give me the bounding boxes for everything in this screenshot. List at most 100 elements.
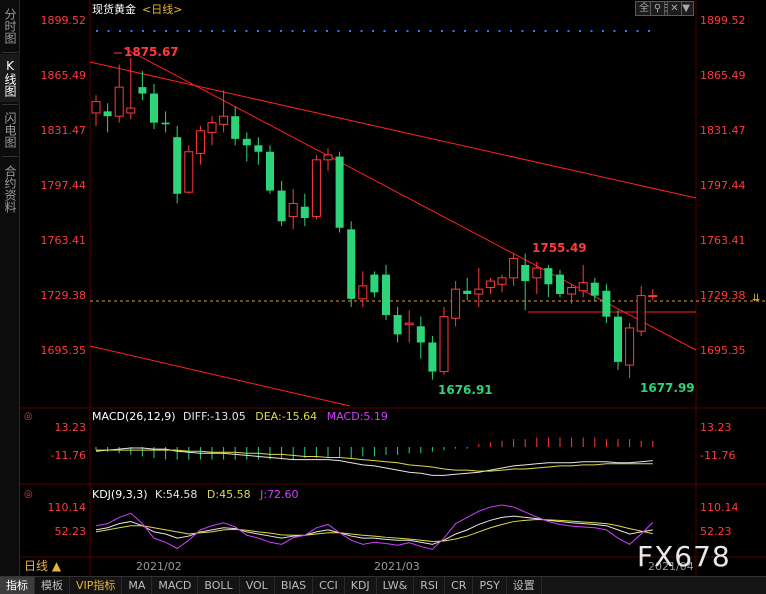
candle-down[interactable] — [335, 156, 344, 228]
tab-vip-indicators[interactable]: VIP指标 — [70, 576, 123, 594]
sidebar-divider — [2, 104, 18, 105]
kdj-tick: 52.23 — [700, 525, 732, 538]
price-tick: 1865.49 — [700, 69, 746, 82]
chevron-down-icon: ▼ — [682, 3, 690, 14]
candle-down[interactable] — [416, 326, 425, 343]
annotation-high-2: 1755.49 — [532, 241, 587, 255]
tab-indicators[interactable]: 指标 — [0, 576, 35, 594]
kdj-j-label: J: — [259, 488, 267, 501]
chart-canvas[interactable]: 现货黄金 <日线> 1899.52 1865.49 1831.47 1797.4… — [20, 0, 766, 576]
candle-down[interactable] — [602, 290, 611, 317]
candle-down[interactable] — [266, 151, 274, 191]
candle-up[interactable] — [323, 154, 333, 161]
candle-down[interactable] — [370, 274, 379, 293]
tab-cci[interactable]: CCI — [313, 576, 345, 594]
trend-line-lower[interactable] — [89, 345, 351, 407]
candle-up[interactable] — [358, 285, 368, 300]
candle-up[interactable] — [509, 257, 519, 279]
tab-contract-info[interactable]: 合约资料 — [0, 158, 20, 220]
candle-up[interactable] — [497, 277, 507, 285]
candle-up[interactable] — [636, 295, 646, 332]
candle-up[interactable] — [91, 101, 101, 114]
candle-down[interactable] — [590, 282, 599, 296]
chevron-up-icon: ▲ — [51, 559, 62, 573]
macd-histogram — [95, 437, 654, 460]
event-dot — [176, 30, 179, 32]
tab-settings[interactable]: 设置 — [507, 576, 542, 594]
candle-up[interactable] — [451, 288, 461, 319]
event-dot — [153, 30, 156, 32]
candle-down[interactable] — [231, 116, 240, 139]
event-dot — [475, 30, 478, 32]
tab-rsi[interactable]: RSI — [414, 576, 446, 594]
candle-up[interactable] — [578, 282, 588, 292]
candle-up[interactable] — [648, 295, 658, 298]
candle-down[interactable] — [347, 229, 356, 299]
event-dot — [222, 30, 225, 32]
tab-vol[interactable]: VOL — [240, 576, 275, 594]
candle-down[interactable] — [544, 268, 553, 285]
candle-up[interactable] — [567, 287, 577, 295]
event-dot — [130, 30, 133, 32]
candle-up[interactable] — [485, 280, 495, 289]
price-axis-right: 1899.52 1865.49 1831.47 1797.44 1763.41 … — [697, 14, 760, 357]
current-price-label: 1729.38 — [700, 289, 746, 302]
candle-up[interactable] — [404, 322, 414, 326]
tab-kline[interactable]: K线图 — [0, 54, 20, 102]
candle-down[interactable] — [103, 111, 112, 117]
candle-up[interactable] — [474, 288, 484, 295]
candle-down[interactable] — [614, 316, 622, 362]
candle-down[interactable] — [556, 274, 564, 294]
candle-up[interactable] — [625, 327, 635, 366]
candle-down[interactable] — [254, 145, 263, 152]
candle-down[interactable] — [382, 274, 390, 316]
annotation-low-2: 1677.99 — [640, 381, 695, 395]
candle-up[interactable] — [219, 115, 229, 125]
event-dot — [314, 30, 317, 32]
candle-down[interactable] — [173, 137, 182, 194]
tab-bias[interactable]: BIAS — [275, 576, 314, 594]
candle-down[interactable] — [428, 342, 437, 372]
candle-down[interactable] — [242, 138, 251, 146]
macd-tick: 13.23 — [55, 421, 87, 434]
candle-down[interactable] — [150, 93, 158, 123]
candle-down[interactable] — [138, 87, 147, 94]
candle-up[interactable] — [126, 107, 136, 114]
tab-template[interactable]: 模板 — [35, 576, 70, 594]
event-dot — [648, 30, 650, 32]
tab-timeshare[interactable]: 分时图 — [0, 2, 20, 50]
candle-down[interactable] — [277, 190, 286, 222]
candle-up[interactable] — [195, 130, 205, 154]
tab-lightning[interactable]: 闪电图 — [0, 106, 20, 154]
event-dot — [303, 30, 305, 32]
candle-up[interactable] — [288, 202, 298, 217]
candle-up[interactable] — [439, 316, 449, 373]
tab-cr[interactable]: CR — [445, 576, 474, 594]
tab-ma[interactable]: MA — [122, 576, 153, 594]
candle-down[interactable] — [300, 206, 309, 219]
tab-macd[interactable]: MACD — [152, 576, 199, 594]
candle-up[interactable] — [311, 159, 321, 217]
macd-settings-icon[interactable]: ◎ — [24, 411, 33, 422]
tab-lw[interactable]: LW& — [377, 576, 415, 594]
kdj-settings-icon[interactable]: ◎ — [24, 489, 33, 500]
pin-icon[interactable]: ⚲ — [650, 1, 665, 16]
time-tick: 2021/02 — [136, 560, 182, 573]
tab-boll[interactable]: BOLL — [198, 576, 240, 594]
chart-area[interactable]: 现货黄金 <日线> 1899.52 1865.49 1831.47 1797.4… — [20, 0, 766, 576]
candle-down[interactable] — [393, 315, 402, 335]
event-dot — [636, 30, 639, 32]
period-select-button[interactable]: 日线 ▲ — [20, 558, 65, 575]
close-icon[interactable]: ✕ — [667, 1, 682, 16]
tab-kdj[interactable]: KDJ — [345, 576, 377, 594]
event-dot — [533, 30, 535, 32]
candle-up[interactable] — [114, 86, 124, 117]
candle-up[interactable] — [207, 122, 217, 133]
macd-macd-value: 5.19 — [363, 410, 388, 423]
candle-up[interactable] — [532, 267, 542, 279]
candle-down[interactable] — [521, 264, 530, 282]
candle-down[interactable] — [463, 290, 472, 294]
candle-down[interactable] — [161, 122, 170, 125]
candle-up[interactable] — [184, 151, 194, 193]
tab-psy[interactable]: PSY — [473, 576, 507, 594]
